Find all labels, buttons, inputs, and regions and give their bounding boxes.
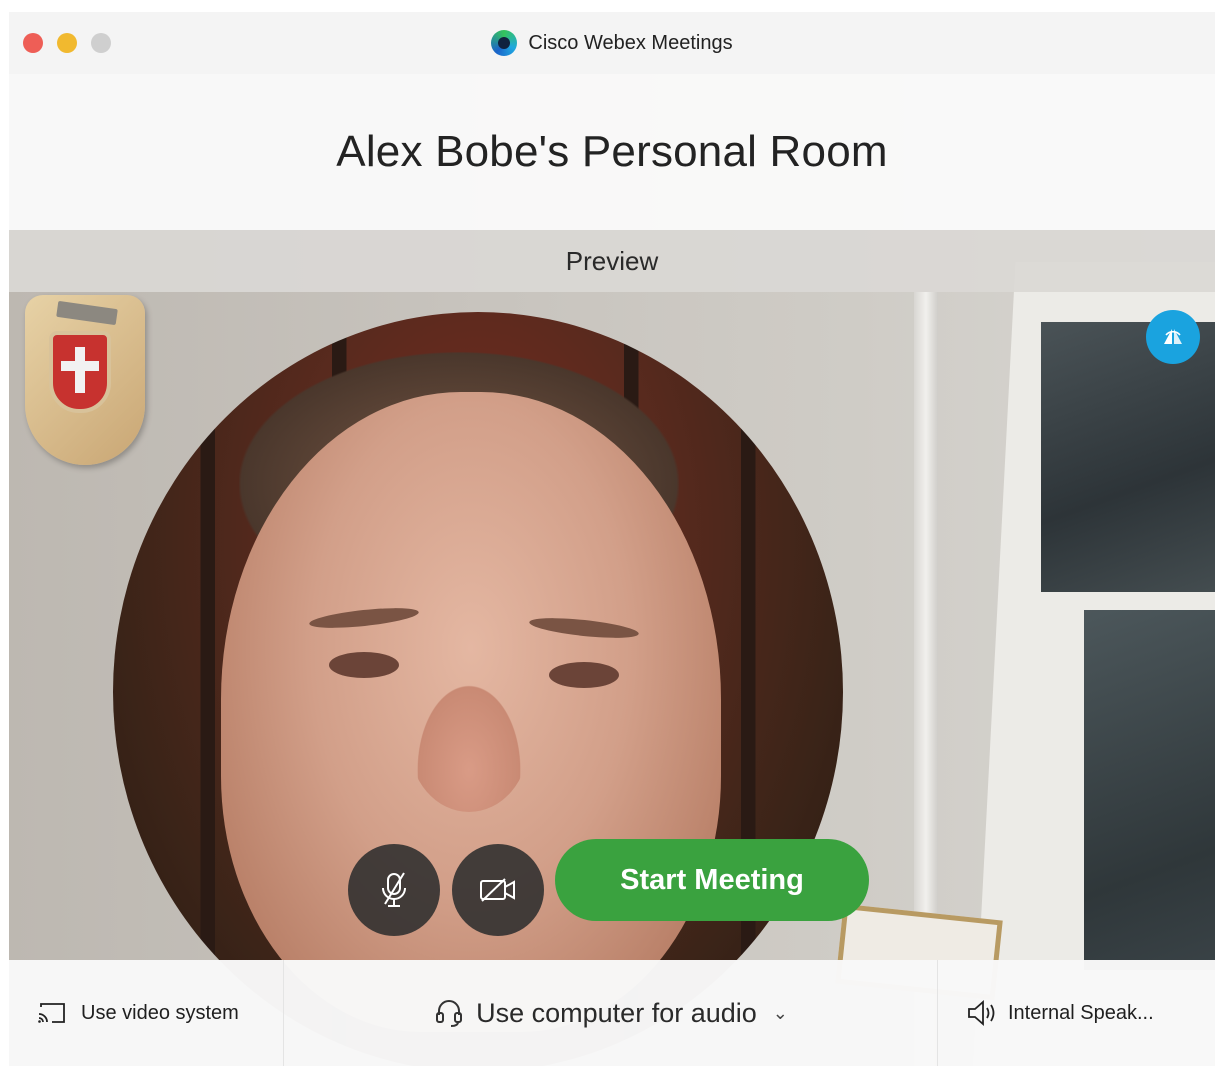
preview-label: Preview	[565, 245, 659, 276]
microphone-muted-icon	[382, 872, 406, 907]
title-wrap: Cisco Webex Meetings	[9, 12, 1215, 74]
use-video-system-label: Use video system	[81, 1001, 239, 1024]
webex-window: Cisco Webex Meetings Alex Bobe's Persona…	[9, 12, 1215, 1066]
speaker-label: Internal Speak...	[1008, 1001, 1154, 1024]
headset-icon	[436, 1000, 463, 1027]
speaker-selector-button[interactable]: Internal Speak...	[938, 960, 1215, 1066]
self-view-flip-icon	[1164, 329, 1182, 344]
wall-plaque	[25, 295, 145, 465]
left-eye	[329, 652, 399, 678]
use-video-system-button[interactable]: Use video system	[9, 960, 284, 1066]
video-toggle-button[interactable]	[452, 844, 544, 936]
title-bar: Cisco Webex Meetings	[9, 12, 1215, 74]
plaque-tag	[56, 300, 118, 326]
mute-button[interactable]	[348, 844, 440, 936]
audio-connection-dropdown[interactable]: Use computer for audio ⌄	[285, 960, 938, 1066]
window-glass-upper	[1041, 322, 1215, 592]
nose	[409, 672, 529, 812]
room-header: Alex Bobe's Personal Room	[9, 74, 1215, 230]
app-title: Cisco Webex Meetings	[528, 31, 733, 54]
window-glass-lower	[1084, 610, 1215, 970]
shield-emblem	[49, 331, 111, 413]
self-view-flip-button[interactable]	[1146, 310, 1200, 364]
start-meeting-button[interactable]: Start Meeting	[555, 839, 869, 921]
preview-bar: Preview	[9, 230, 1215, 292]
speaker-icon	[968, 1000, 995, 1026]
audio-option-label: Use computer for audio	[476, 997, 757, 1028]
cast-icon	[38, 1003, 65, 1023]
bottom-bar: Use video system Use computer for audio …	[9, 960, 1215, 1066]
room-title: Alex Bobe's Personal Room	[336, 127, 888, 176]
webex-logo-icon	[491, 30, 518, 56]
video-off-icon	[480, 878, 515, 902]
right-eye	[549, 662, 619, 688]
chevron-down-icon: ⌄	[772, 1002, 788, 1023]
